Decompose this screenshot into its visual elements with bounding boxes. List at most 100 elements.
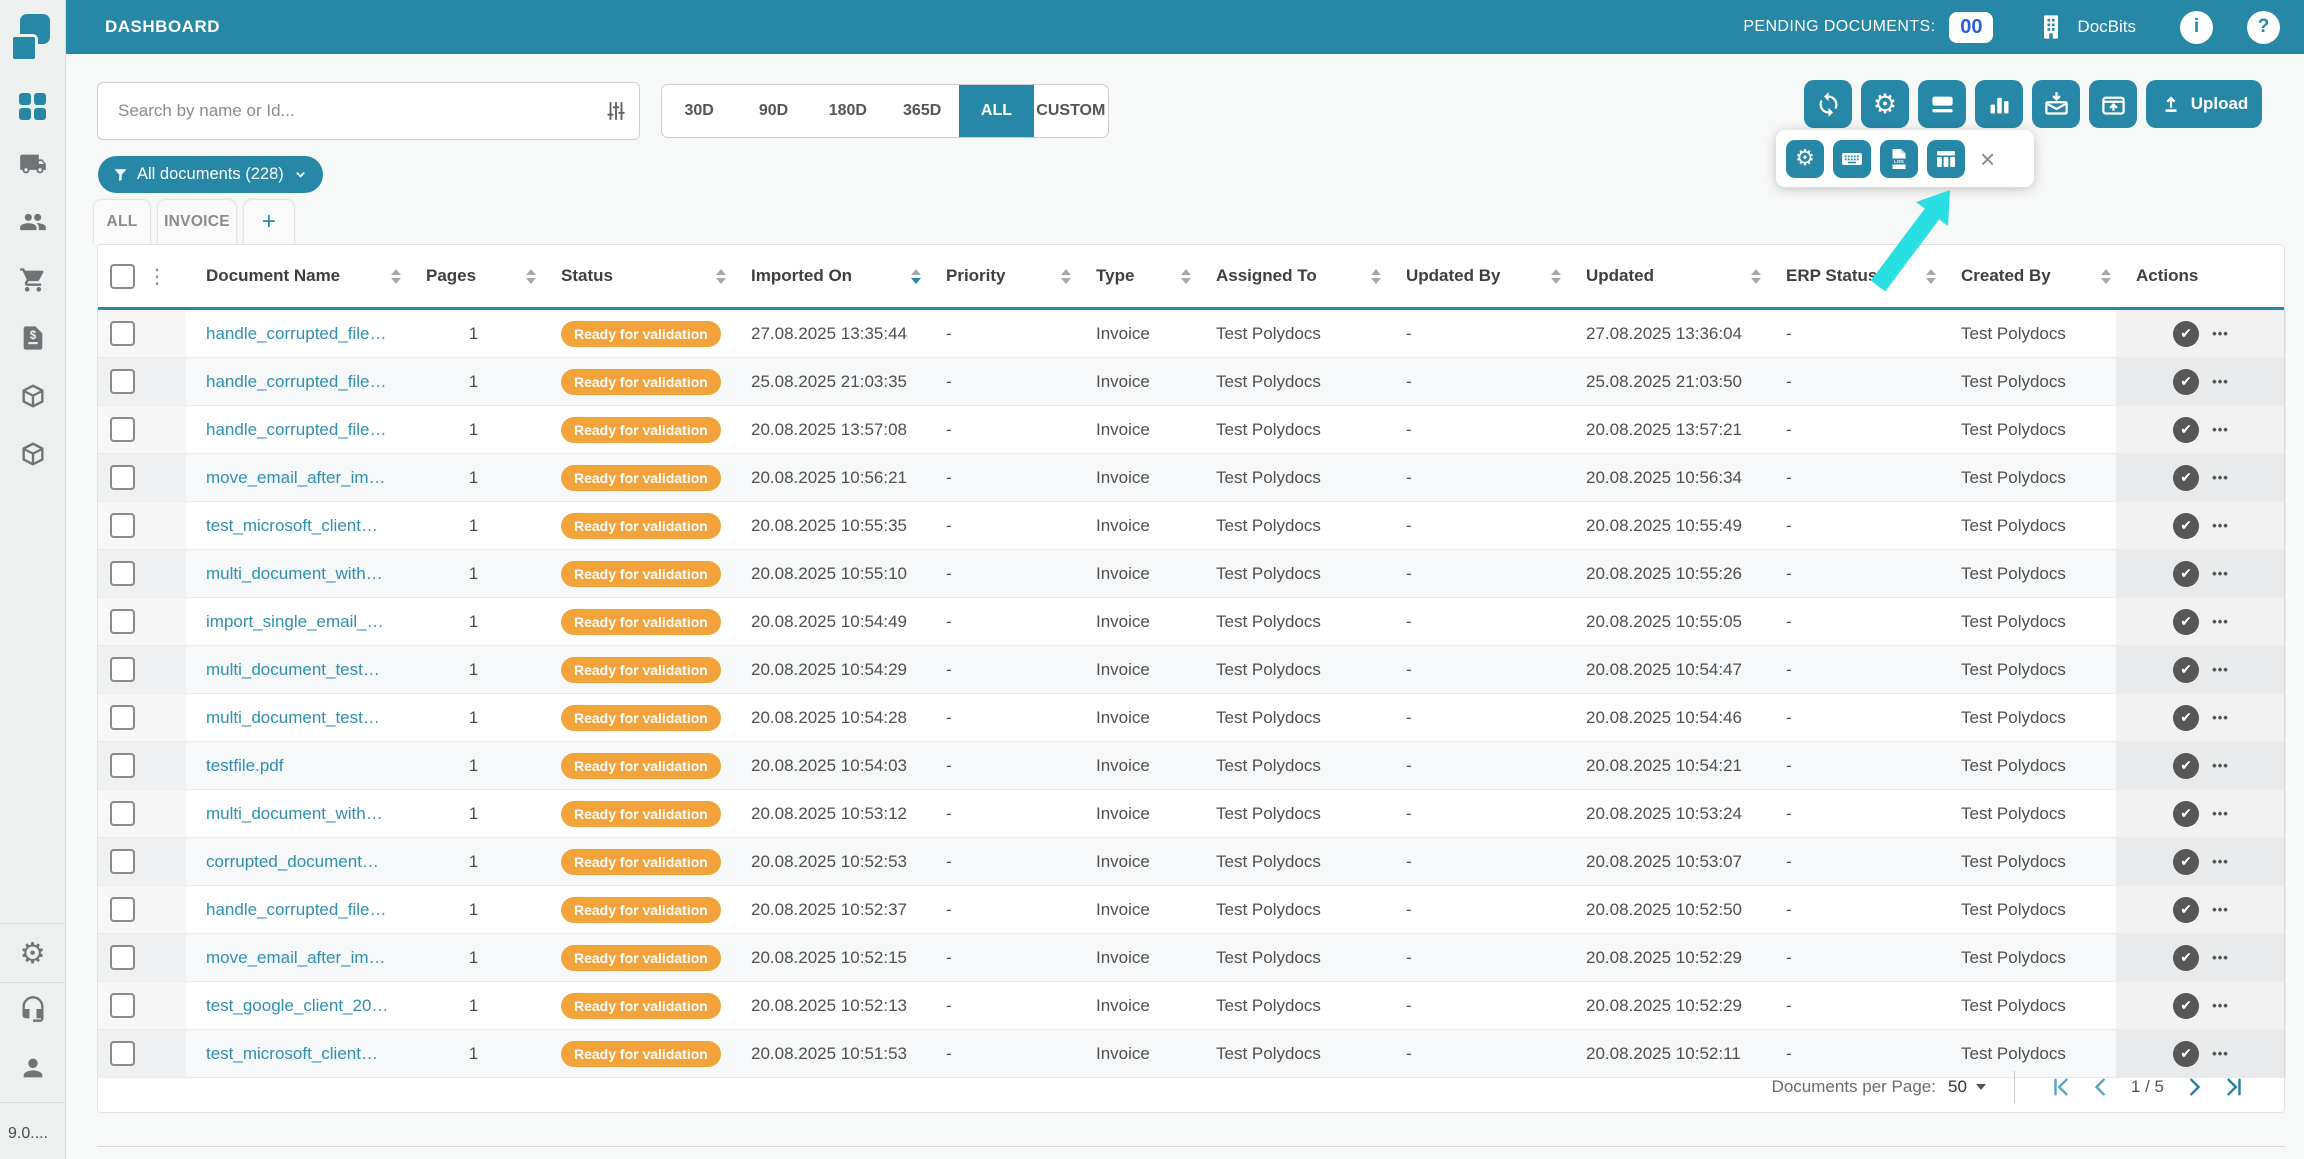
document-link[interactable]: multi_document_with… — [206, 804, 383, 824]
popup-table-columns-button[interactable] — [1927, 140, 1965, 178]
sort-icon[interactable] — [1181, 269, 1191, 284]
document-link[interactable]: testfile.pdf — [206, 756, 284, 776]
column-erp-status[interactable]: ERP Status — [1766, 245, 1941, 307]
next-page-button[interactable] — [2183, 1076, 2205, 1098]
document-link[interactable]: corrupted_document… — [206, 852, 379, 872]
sidebar-item-packages[interactable] — [0, 381, 65, 411]
sidebar-item-contacts[interactable] — [0, 207, 65, 237]
row-menu-icon[interactable]: ••• — [2212, 1046, 2229, 1061]
range-365d[interactable]: 365D — [885, 85, 959, 137]
validate-action-icon[interactable]: ✔ — [2173, 753, 2199, 779]
column-status[interactable]: Status — [541, 245, 731, 307]
row-menu-icon[interactable]: ••• — [2212, 806, 2229, 821]
row-menu-icon[interactable]: ••• — [2212, 614, 2229, 629]
per-page-dropdown-icon[interactable] — [1976, 1084, 1986, 1090]
validate-action-icon[interactable]: ✔ — [2173, 561, 2199, 587]
document-link[interactable]: handle_corrupted_file… — [206, 420, 387, 440]
sidebar-item-settings[interactable]: ⚙ — [0, 938, 65, 968]
row-checkbox[interactable] — [110, 801, 135, 826]
sidebar-item-profile[interactable] — [0, 1053, 65, 1083]
document-link[interactable]: handle_corrupted_file… — [206, 324, 387, 344]
range-180d[interactable]: 180D — [811, 85, 885, 137]
sort-icon[interactable] — [526, 269, 536, 284]
validate-action-icon[interactable]: ✔ — [2173, 945, 2199, 971]
validate-action-icon[interactable]: ✔ — [2173, 513, 2199, 539]
row-menu-icon[interactable]: ••• — [2212, 662, 2229, 677]
row-checkbox[interactable] — [110, 657, 135, 682]
validate-action-icon[interactable]: ✔ — [2173, 417, 2199, 443]
sort-icon[interactable] — [1371, 269, 1381, 284]
row-menu-icon[interactable]: ••• — [2212, 854, 2229, 869]
validate-action-icon[interactable]: ✔ — [2173, 657, 2199, 683]
close-icon[interactable]: × — [1980, 146, 1995, 172]
row-checkbox[interactable] — [110, 609, 135, 634]
validate-action-icon[interactable]: ✔ — [2173, 801, 2199, 827]
row-checkbox[interactable] — [110, 321, 135, 346]
range-90d[interactable]: 90D — [736, 85, 810, 137]
column-pages[interactable]: Pages — [406, 245, 541, 307]
info-icon[interactable]: i — [2180, 11, 2213, 44]
kebab-menu-icon[interactable]: ⋮ — [147, 266, 167, 286]
document-link[interactable]: import_single_email_… — [206, 612, 384, 632]
validate-action-icon[interactable]: ✔ — [2173, 897, 2199, 923]
validate-action-icon[interactable]: ✔ — [2173, 993, 2199, 1019]
column-assigned-to[interactable]: Assigned To — [1196, 245, 1386, 307]
sort-icon[interactable] — [1926, 269, 1936, 284]
per-page-value[interactable]: 50 — [1948, 1077, 1967, 1097]
row-menu-icon[interactable]: ••• — [2212, 710, 2229, 725]
sidebar-item-invoices[interactable]: $ — [0, 323, 65, 353]
row-checkbox[interactable] — [110, 561, 135, 586]
row-menu-icon[interactable]: ••• — [2212, 758, 2229, 773]
sort-icon-active[interactable] — [911, 269, 921, 284]
document-link[interactable]: handle_corrupted_file… — [206, 900, 387, 920]
column-imported-on[interactable]: Imported On — [731, 245, 926, 307]
row-menu-icon[interactable]: ••• — [2212, 422, 2229, 437]
sync-button[interactable] — [1804, 80, 1852, 128]
row-checkbox[interactable] — [110, 753, 135, 778]
sidebar-item-packages-alt[interactable] — [0, 439, 65, 469]
column-updated-by[interactable]: Updated By — [1386, 245, 1566, 307]
sidebar-item-shipments[interactable] — [0, 149, 65, 179]
row-checkbox[interactable] — [110, 993, 135, 1018]
documents-filter-pill[interactable]: All documents (228) — [98, 156, 323, 193]
mail-import-button[interactable] — [2032, 80, 2080, 128]
document-link[interactable]: test_microsoft_client… — [206, 516, 378, 536]
analytics-button[interactable] — [1975, 80, 2023, 128]
popup-keyboard-button[interactable] — [1833, 140, 1871, 178]
row-checkbox[interactable] — [110, 897, 135, 922]
search-filter-options-icon[interactable] — [593, 100, 639, 122]
previous-page-button[interactable] — [2090, 1076, 2112, 1098]
sort-icon[interactable] — [716, 269, 726, 284]
row-checkbox[interactable] — [110, 417, 135, 442]
column-priority[interactable]: Priority — [926, 245, 1076, 307]
document-link[interactable]: handle_corrupted_file… — [206, 372, 387, 392]
sidebar-item-purchase-orders[interactable] — [0, 265, 65, 295]
row-menu-icon[interactable]: ••• — [2212, 902, 2229, 917]
document-link[interactable]: move_email_after_im… — [206, 468, 386, 488]
row-checkbox[interactable] — [110, 705, 135, 730]
row-menu-icon[interactable]: ••• — [2212, 998, 2229, 1013]
range-30d[interactable]: 30D — [662, 85, 736, 137]
upload-button[interactable]: Upload — [2146, 80, 2262, 128]
row-menu-icon[interactable]: ••• — [2212, 326, 2229, 341]
scanner-button[interactable] — [1918, 80, 1966, 128]
sort-icon[interactable] — [2101, 269, 2111, 284]
row-checkbox[interactable] — [110, 465, 135, 490]
validate-action-icon[interactable]: ✔ — [2173, 321, 2199, 347]
row-checkbox[interactable] — [110, 849, 135, 874]
row-menu-icon[interactable]: ••• — [2212, 518, 2229, 533]
document-link[interactable]: multi_document_with… — [206, 564, 383, 584]
popup-settings-button[interactable]: ⚙ — [1786, 140, 1824, 178]
row-menu-icon[interactable]: ••• — [2212, 566, 2229, 581]
validate-action-icon[interactable]: ✔ — [2173, 849, 2199, 875]
settings-button[interactable]: ⚙ — [1861, 80, 1909, 128]
validate-action-icon[interactable]: ✔ — [2173, 369, 2199, 395]
column-updated[interactable]: Updated — [1566, 245, 1766, 307]
sort-icon[interactable] — [391, 269, 401, 284]
sort-icon[interactable] — [1751, 269, 1761, 284]
select-all-checkbox[interactable] — [110, 264, 135, 289]
row-checkbox[interactable] — [110, 369, 135, 394]
app-logo-icon[interactable] — [10, 8, 54, 64]
row-menu-icon[interactable]: ••• — [2212, 950, 2229, 965]
validate-action-icon[interactable]: ✔ — [2173, 705, 2199, 731]
